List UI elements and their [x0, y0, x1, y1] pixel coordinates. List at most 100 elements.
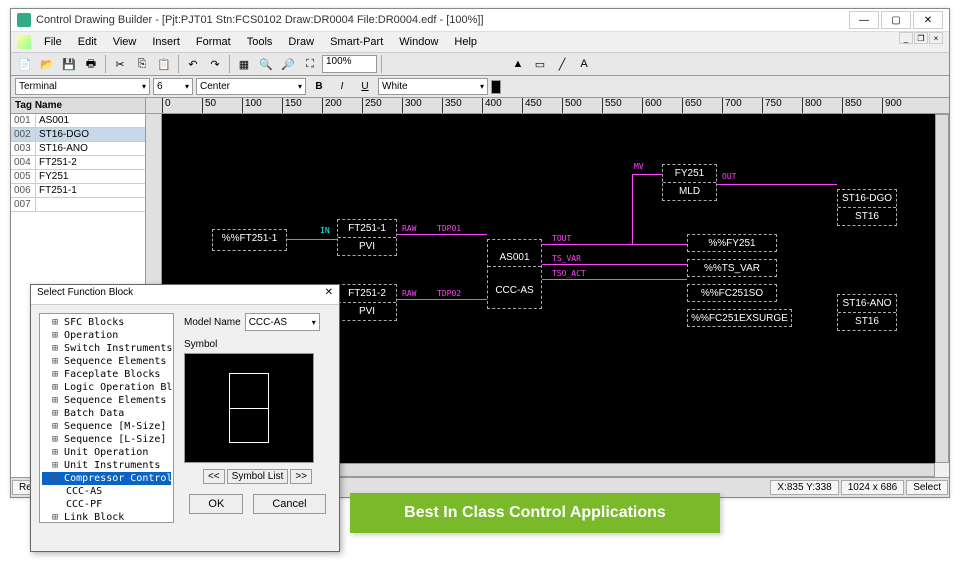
cut-icon[interactable]: ✂ [110, 54, 130, 74]
model-select[interactable]: CCC-AS [245, 313, 320, 331]
color-select[interactable]: White [378, 78, 488, 95]
block-fc251so-ref[interactable]: %%FC251SO [687, 284, 777, 302]
tree-leaf[interactable]: CCC-AS [42, 485, 171, 498]
tree-node[interactable]: Unit Operation [42, 446, 171, 459]
new-icon[interactable]: 📄 [15, 54, 35, 74]
block-tsvar-ref[interactable]: %%TS_VAR [687, 259, 777, 277]
menu-draw[interactable]: Draw [281, 34, 321, 50]
menu-window[interactable]: Window [392, 34, 445, 50]
italic-icon[interactable]: I [332, 77, 352, 97]
bold-icon[interactable]: B [309, 77, 329, 97]
zoom-select[interactable]: 100% [322, 55, 377, 73]
tag-row[interactable]: 004FT251-2 [11, 156, 145, 170]
block-fy251[interactable]: FY251MLD [662, 164, 717, 201]
tag-row[interactable]: 001AS001 [11, 114, 145, 128]
tag-row[interactable]: 003ST16-ANO [11, 142, 145, 156]
zoomout-icon[interactable]: 🔎 [278, 54, 298, 74]
rect-icon[interactable]: ▭ [530, 54, 550, 74]
block-st16-dgo[interactable]: ST16-DGOST16 [837, 189, 897, 226]
tag-row[interactable]: 006FT251-1 [11, 184, 145, 198]
undo-icon[interactable]: ↶ [183, 54, 203, 74]
tag-row[interactable]: 002ST16-DGO [11, 128, 145, 142]
symbol-preview [184, 353, 314, 463]
paste-icon[interactable]: 📋 [154, 54, 174, 74]
dialog-close-button[interactable]: ✕ [325, 287, 333, 302]
color-swatch[interactable] [491, 80, 501, 94]
menu-smartpart[interactable]: Smart-Part [323, 34, 390, 50]
block-fc251exsurge-ref[interactable]: %%FC251EXSURGE [687, 309, 792, 327]
minimize-button[interactable]: — [849, 11, 879, 29]
menu-file[interactable]: File [37, 34, 69, 50]
close-button[interactable]: ✕ [913, 11, 943, 29]
tree-node[interactable]: SFC Blocks [42, 316, 171, 329]
grid-icon[interactable]: ▦ [234, 54, 254, 74]
tree-node[interactable]: Batch Data [42, 407, 171, 420]
tree-node[interactable]: Switch Instruments [42, 342, 171, 355]
text-icon[interactable]: A [574, 54, 594, 74]
menu-format[interactable]: Format [189, 34, 238, 50]
prev-button[interactable]: << [203, 469, 225, 484]
menubar: File Edit View Insert Format Tools Draw … [11, 32, 949, 52]
child-minimize-button[interactable]: _ [899, 32, 913, 44]
symbol-list-button[interactable]: Symbol List [227, 469, 289, 484]
tree-node[interactable]: Operation [42, 329, 171, 342]
menu-help[interactable]: Help [447, 34, 484, 50]
fontsize-select[interactable]: 6 [153, 78, 193, 95]
block-tree[interactable]: SFC BlocksOperationSwitch InstrumentsSeq… [39, 313, 174, 523]
menu-view[interactable]: View [106, 34, 144, 50]
tree-node[interactable]: Logic Operation Blocks [42, 381, 171, 394]
tree-node[interactable]: Sequence [M-Size] [42, 420, 171, 433]
save-icon[interactable]: 💾 [59, 54, 79, 74]
label-out: OUT [722, 172, 736, 181]
symbol-label: Symbol [184, 339, 331, 350]
menu-edit[interactable]: Edit [71, 34, 104, 50]
print-icon[interactable]: 🖶 [81, 54, 101, 74]
tree-node[interactable]: Unit Instruments [42, 459, 171, 472]
underline-icon[interactable]: U [355, 77, 375, 97]
block-ft251-1[interactable]: FT251-1PVI [337, 219, 397, 256]
next-button[interactable]: >> [290, 469, 312, 484]
model-label: Model Name [184, 317, 241, 328]
font-select[interactable]: Terminal [15, 78, 150, 95]
zoomin-icon[interactable]: 🔍 [256, 54, 276, 74]
copy-icon[interactable]: ⎘ [132, 54, 152, 74]
block-st16-ano[interactable]: ST16-ANOST16 [837, 294, 897, 331]
pointer-icon[interactable]: ▲ [508, 54, 528, 74]
redo-icon[interactable]: ↷ [205, 54, 225, 74]
tree-node[interactable]: Faceplate Blocks [42, 368, 171, 381]
menu-insert[interactable]: Insert [145, 34, 187, 50]
ok-button[interactable]: OK [189, 494, 243, 514]
label-tout: TOUT [552, 234, 571, 243]
cancel-button[interactable]: Cancel [253, 494, 325, 514]
menu-tools[interactable]: Tools [240, 34, 280, 50]
block-as001[interactable]: AS001CCC-AS [487, 239, 542, 309]
doc-icon [17, 35, 31, 49]
zoomfit-icon[interactable]: ⛶ [300, 54, 320, 74]
child-close-button[interactable]: × [929, 32, 943, 44]
tree-node-selected[interactable]: Compressor Control [42, 472, 171, 485]
status-mode: Select [906, 480, 948, 495]
status-xy: X:835 Y:338 [770, 480, 838, 495]
maximize-button[interactable]: ▢ [881, 11, 911, 29]
tag-row[interactable]: 007 [11, 198, 145, 212]
tag-row[interactable]: 005FY251 [11, 170, 145, 184]
scrollbar-vertical[interactable] [935, 114, 949, 463]
child-restore-button[interactable]: ❐ [914, 32, 928, 44]
label-tdp02: TDP02 [437, 289, 461, 298]
open-icon[interactable]: 📂 [37, 54, 57, 74]
label-tdp01: TDP01 [437, 224, 461, 233]
line-icon[interactable]: ╱ [552, 54, 572, 74]
align-select[interactable]: Center [196, 78, 306, 95]
tree-node[interactable]: Link Block [42, 511, 171, 523]
label-mv: MV [634, 162, 644, 171]
tree-node[interactable]: Sequence Elements 1 [42, 355, 171, 368]
block-fy251-ref[interactable]: %%FY251 [687, 234, 777, 252]
tree-leaf[interactable]: CCC-PF [42, 498, 171, 511]
tree-node[interactable]: Sequence [L-Size] [42, 433, 171, 446]
block-ft251-2[interactable]: FT251-2PVI [337, 284, 397, 321]
tag-header: Tag Name [11, 98, 145, 114]
app-icon [17, 13, 31, 27]
tree-node[interactable]: Sequence Elements 2 [42, 394, 171, 407]
titlebar: Control Drawing Builder - [Pjt:PJT01 Stn… [11, 9, 949, 32]
block-ft251-1-ref[interactable]: %%FT251-1 [212, 229, 287, 251]
